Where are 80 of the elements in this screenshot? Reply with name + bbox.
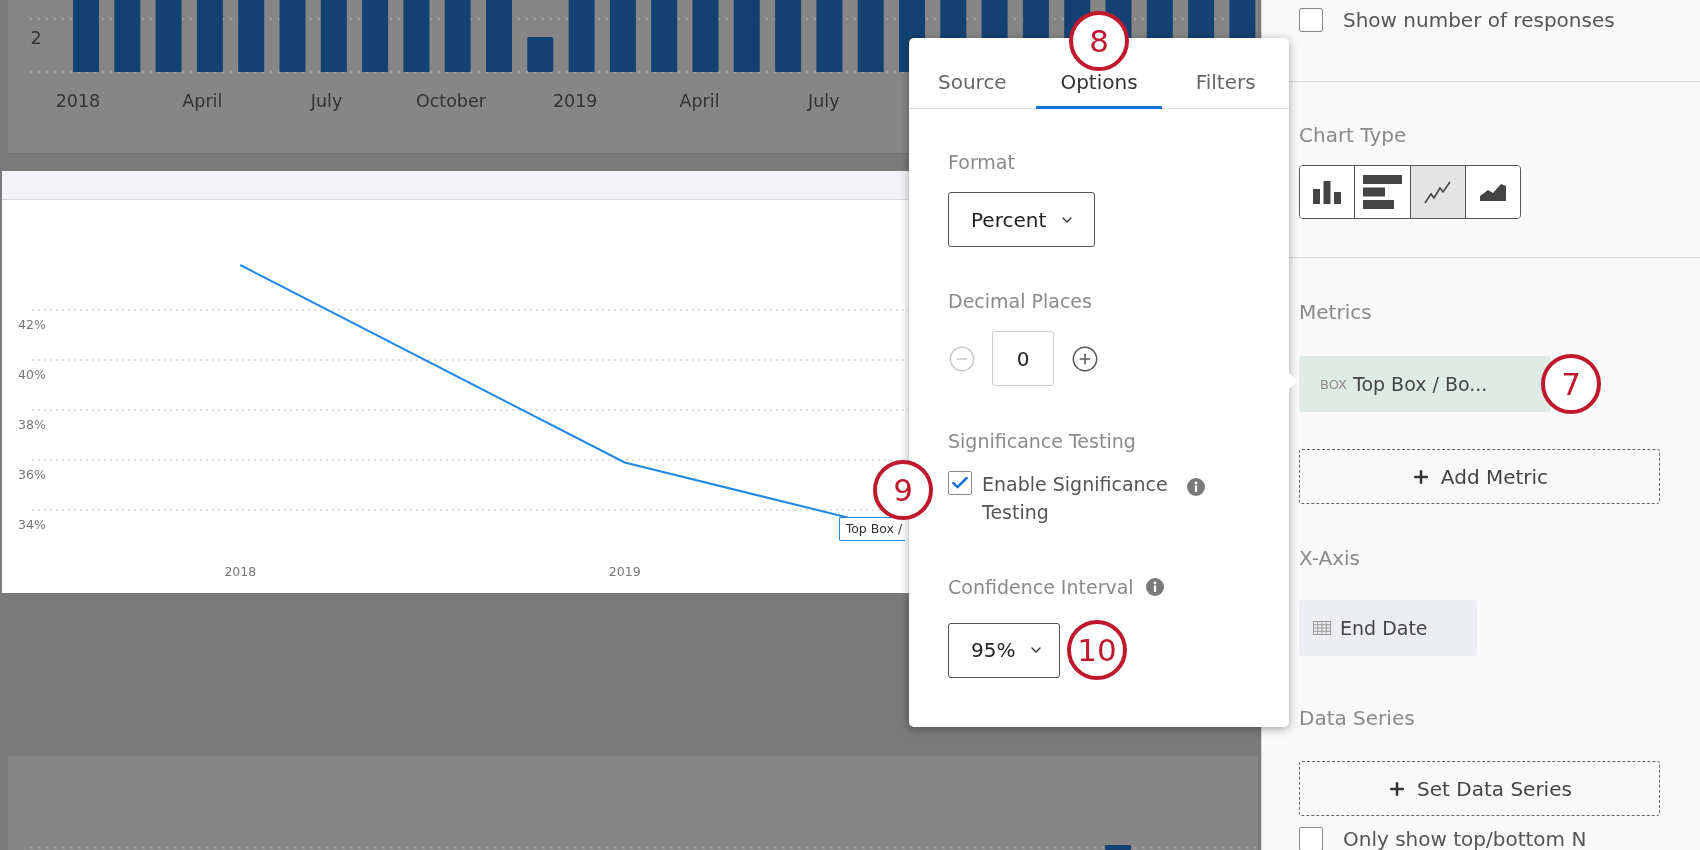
metric-chip[interactable]: BOX Top Box / Bo... bbox=[1299, 356, 1551, 412]
chart-bar bbox=[279, 0, 306, 72]
info-icon bbox=[1145, 578, 1164, 596]
axis-label: October bbox=[415, 91, 486, 111]
section-label: Chart Type bbox=[1299, 123, 1407, 147]
chart-bar bbox=[692, 0, 719, 72]
line-chart-icon bbox=[1424, 180, 1452, 204]
chart-bar bbox=[733, 0, 760, 72]
metric-type-tag: BOX bbox=[1320, 376, 1347, 392]
section-label: X-Axis bbox=[1299, 546, 1360, 570]
field-label: Confidence Interval bbox=[948, 575, 1134, 599]
data-label: Top Box / bbox=[838, 516, 906, 541]
format-dropdown[interactable]: Percent bbox=[948, 192, 1095, 247]
tab[interactable]: Source bbox=[909, 71, 1036, 109]
axis-label: April bbox=[182, 91, 223, 111]
chart-bar bbox=[609, 0, 636, 72]
chart-bar bbox=[1105, 845, 1131, 850]
add-metric-button[interactable]: Add Metric bbox=[1299, 449, 1660, 504]
chart-type-button[interactable] bbox=[1464, 166, 1520, 218]
section-label: Metrics bbox=[1299, 300, 1372, 324]
field-label: Format bbox=[948, 150, 1015, 174]
checkbox[interactable] bbox=[1299, 8, 1323, 32]
axis-label: April bbox=[679, 91, 720, 111]
axis-label: 38% bbox=[18, 416, 46, 432]
step-number: 9 bbox=[873, 460, 933, 520]
axis-label: 42% bbox=[18, 316, 46, 332]
chart-bar bbox=[527, 37, 554, 72]
column-chart-icon bbox=[1313, 180, 1342, 204]
chart-type-button[interactable] bbox=[1354, 166, 1410, 218]
section-label: Data Series bbox=[1299, 706, 1415, 730]
checkbox-label: Only show top/bottom N bbox=[1343, 827, 1587, 850]
axis-label: 2 bbox=[30, 28, 42, 48]
number-field[interactable]: 0 bbox=[992, 331, 1054, 386]
tab[interactable]: Options bbox=[1035, 71, 1163, 109]
axis-label: 2019 bbox=[608, 564, 641, 579]
chart-bar bbox=[857, 0, 884, 72]
step-number: 8 bbox=[1069, 11, 1129, 71]
chart-bar bbox=[73, 0, 99, 72]
chart-bar bbox=[320, 0, 347, 72]
tab[interactable]: Filters bbox=[1162, 71, 1289, 109]
info-icon bbox=[1187, 478, 1205, 496]
checkbox-label: Show number of responses bbox=[1343, 8, 1615, 32]
axis-label: 34% bbox=[18, 516, 46, 532]
checkbox[interactable] bbox=[1299, 827, 1323, 850]
calendar-grid-icon bbox=[1313, 621, 1331, 635]
plus-circle-icon[interactable] bbox=[1071, 344, 1099, 373]
chart-bar bbox=[444, 0, 471, 72]
axis-label: 40% bbox=[18, 366, 46, 382]
metric-name: Top Box / Bo... bbox=[1353, 373, 1488, 395]
chart-type-button[interactable] bbox=[1409, 166, 1465, 218]
chart-bar bbox=[403, 0, 430, 72]
set-data-series-button[interactable]: Set Data Series bbox=[1299, 761, 1660, 816]
chart-bar bbox=[568, 0, 595, 72]
chart-bar bbox=[114, 0, 141, 72]
field-label: Decimal Places bbox=[948, 289, 1092, 313]
chart-bar bbox=[155, 0, 182, 72]
step-number: 10 bbox=[1067, 620, 1127, 680]
axis-label: 2019 bbox=[552, 91, 598, 111]
axis-label: 36% bbox=[18, 466, 46, 482]
field-label: Significance Testing bbox=[948, 429, 1136, 453]
chart-bar bbox=[362, 0, 389, 72]
x-axis-field-name: End Date bbox=[1340, 617, 1428, 639]
chart-bar bbox=[775, 0, 802, 72]
chart-bar bbox=[486, 0, 512, 72]
axis-label: July bbox=[808, 91, 840, 111]
axis-label: 2018 bbox=[55, 91, 101, 111]
chart-type-button[interactable] bbox=[1300, 166, 1355, 218]
chart-bar bbox=[238, 0, 265, 72]
bar-chart-icon bbox=[1362, 175, 1402, 209]
axis-label: July bbox=[310, 91, 343, 111]
step-number: 7 bbox=[1541, 354, 1601, 414]
x-axis-chip[interactable]: End Date bbox=[1299, 600, 1477, 656]
chart-bar bbox=[651, 0, 678, 72]
chart-bar bbox=[816, 0, 843, 72]
area-chart-icon bbox=[1479, 183, 1506, 201]
axis-label: 2018 bbox=[224, 564, 257, 579]
checkbox-label: Enable Significance Testing bbox=[982, 472, 1169, 525]
confidence-dropdown[interactable]: 95% bbox=[948, 622, 1060, 678]
chart-bar bbox=[196, 0, 223, 72]
checkbox[interactable] bbox=[948, 471, 972, 495]
